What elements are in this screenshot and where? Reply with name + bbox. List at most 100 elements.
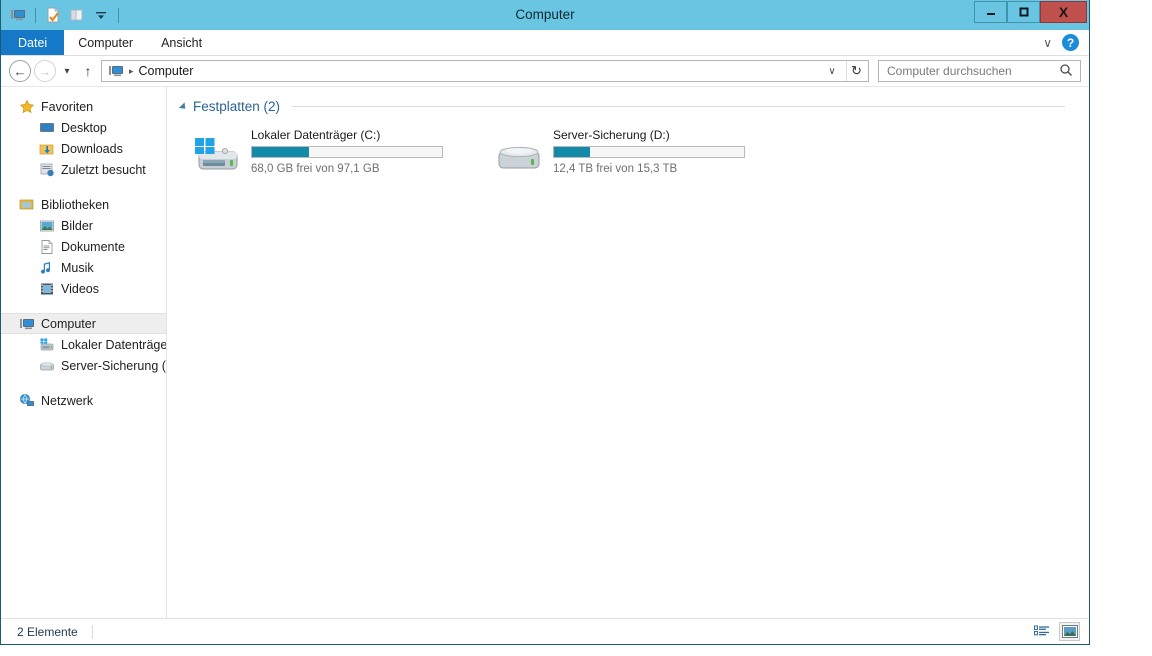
address-bar-row: ← → ▾ ↑ ▸ Computer ∨ ↻ <box>1 56 1089 87</box>
group-divider <box>292 106 1065 107</box>
sidebar-item-bibliotheken[interactable]: Bibliotheken <box>1 194 166 215</box>
sidebar-label: Bilder <box>61 218 93 233</box>
harddisk-icon <box>495 136 543 176</box>
sidebar-item-videos[interactable]: Videos <box>1 278 166 299</box>
drive-label: Server-Sicherung (D:) <box>553 128 670 142</box>
drive-tiles: Lokaler Datenträger (C:) 68,0 GB frei vo… <box>181 126 1089 176</box>
search-icon <box>1059 63 1075 79</box>
up-button[interactable]: ↑ <box>78 60 98 82</box>
history-dropdown-icon[interactable]: ▾ <box>59 60 75 82</box>
sidebar-label: Bibliotheken <box>41 197 110 212</box>
large-icons-view-button[interactable] <box>1059 622 1080 641</box>
drive-usage-bar <box>553 146 745 158</box>
file-list-pane[interactable]: Festplatten (2) Lokaler Datenträger (C:)… <box>167 87 1089 618</box>
sidebar-item-dokumente[interactable]: Dokumente <box>1 236 166 257</box>
details-view-button[interactable] <box>1032 623 1051 640</box>
sidebar-gap-3 <box>1 376 166 390</box>
pictures-icon <box>39 218 55 234</box>
sidebar-label: Server-Sicherung (D <box>61 358 167 373</box>
star-icon <box>19 99 35 115</box>
drive-tile-c[interactable]: Lokaler Datenträger (C:) 68,0 GB frei vo… <box>193 126 443 176</box>
sidebar-label: Dokumente <box>61 239 125 254</box>
help-icon[interactable]: ? <box>1062 34 1079 51</box>
view-buttons <box>1032 622 1080 641</box>
breadcrumb-path[interactable]: Computer <box>139 64 194 78</box>
minimize-button[interactable] <box>974 1 1007 23</box>
drive-free-text: 68,0 GB frei von 97,1 GB <box>251 163 380 175</box>
drive-tile-d[interactable]: Server-Sicherung (D:) 12,4 TB frei von 1… <box>495 126 745 176</box>
tab-computer[interactable]: Computer <box>64 30 147 55</box>
breadcrumb-computer-icon <box>108 63 124 79</box>
qat-separator-1 <box>35 7 36 23</box>
computer-icon <box>19 316 35 332</box>
sidebar-label: Lokaler Datenträger <box>61 337 167 352</box>
sidebar-label: Desktop <box>61 120 107 135</box>
qat-separator-2 <box>118 7 119 23</box>
title-bar: Computer X <box>1 0 1089 30</box>
sidebar-item-bilder[interactable]: Bilder <box>1 215 166 236</box>
sidebar-label: Musik <box>61 260 94 275</box>
drive-usage-fill <box>554 147 591 157</box>
sidebar-item-zuletzt-besucht[interactable]: Zuletzt besucht <box>1 159 166 180</box>
customize-qat-icon[interactable] <box>91 5 111 25</box>
drive-usage-fill <box>252 147 309 157</box>
group-header-festplatten[interactable]: Festplatten (2) <box>178 99 1089 114</box>
item-count: 2 Elemente <box>17 624 78 639</box>
sidebar-item-server-sicherung[interactable]: Server-Sicherung (D <box>1 355 166 376</box>
sidebar-item-musik[interactable]: Musik <box>1 257 166 278</box>
sidebar-label: Downloads <box>61 141 123 156</box>
sidebar-item-lokaler-datentraeger[interactable]: Lokaler Datenträger <box>1 334 166 355</box>
address-bar[interactable]: ▸ Computer ∨ ↻ <box>101 60 869 82</box>
sidebar-gap-1 <box>1 180 166 194</box>
drive-free-text: 12,4 TB frei von 15,3 TB <box>553 163 678 175</box>
address-dropdown-icon[interactable]: ∨ <box>823 61 841 81</box>
maximize-button[interactable] <box>1007 1 1040 23</box>
sidebar-item-desktop[interactable]: Desktop <box>1 117 166 138</box>
explorer-window: Computer X Datei Computer Ansicht ∨ ? ← … <box>0 0 1090 645</box>
sidebar-item-netzwerk[interactable]: Netzwerk <box>1 390 166 411</box>
search-input[interactable] <box>887 64 1059 78</box>
tab-ansicht[interactable]: Ansicht <box>147 30 216 55</box>
triangle-down-icon[interactable] <box>178 101 189 112</box>
window-body: Favoriten Desktop Downloads Zuletzt besu… <box>1 87 1089 618</box>
sidebar-gap-2 <box>1 299 166 313</box>
search-box[interactable] <box>878 60 1081 82</box>
drive-info-c: Lokaler Datenträger (C:) 68,0 GB frei vo… <box>251 126 443 176</box>
breadcrumb-separator: ▸ <box>129 65 134 76</box>
computer-icon[interactable] <box>8 5 28 25</box>
sidebar-label: Favoriten <box>41 99 94 114</box>
sidebar-item-downloads[interactable]: Downloads <box>1 138 166 159</box>
drive-info-d: Server-Sicherung (D:) 12,4 TB frei von 1… <box>553 126 745 176</box>
sidebar-label: Computer <box>41 316 96 331</box>
drive-usage-bar <box>251 146 443 158</box>
videos-icon <box>39 281 55 297</box>
windows-drive-icon <box>193 136 241 176</box>
close-button[interactable]: X <box>1040 1 1087 23</box>
quick-access-toolbar <box>1 0 122 30</box>
sidebar-item-favoriten[interactable]: Favoriten <box>1 96 166 117</box>
back-button[interactable]: ← <box>9 60 31 82</box>
window-controls: X <box>974 1 1087 23</box>
ribbon-tab-strip: Datei Computer Ansicht ∨ ? <box>1 30 1089 56</box>
window-title: Computer <box>515 7 575 22</box>
forward-button[interactable]: → <box>34 60 56 82</box>
status-bar: 2 Elemente <box>1 618 1089 644</box>
recent-icon <box>39 162 55 178</box>
sidebar-label: Videos <box>61 281 99 296</box>
music-icon <box>39 260 55 276</box>
libraries-icon <box>19 197 35 213</box>
group-title: Festplatten (2) <box>193 99 281 114</box>
tab-datei[interactable]: Datei <box>1 30 65 55</box>
desktop-icon <box>39 120 55 136</box>
ribbon-right-controls: ∨ ? <box>1043 30 1089 55</box>
refresh-icon[interactable]: ↻ <box>846 61 866 81</box>
properties-icon[interactable] <box>43 5 63 25</box>
sidebar-label: Netzwerk <box>41 393 94 408</box>
new-folder-icon[interactable] <box>67 5 87 25</box>
chevron-down-icon[interactable]: ∨ <box>1043 36 1052 50</box>
sidebar-label: Zuletzt besucht <box>61 162 146 177</box>
documents-icon <box>39 239 55 255</box>
sidebar-item-computer[interactable]: Computer <box>1 313 166 334</box>
windows-drive-icon <box>39 337 55 353</box>
navigation-pane: Favoriten Desktop Downloads Zuletzt besu… <box>1 87 167 618</box>
